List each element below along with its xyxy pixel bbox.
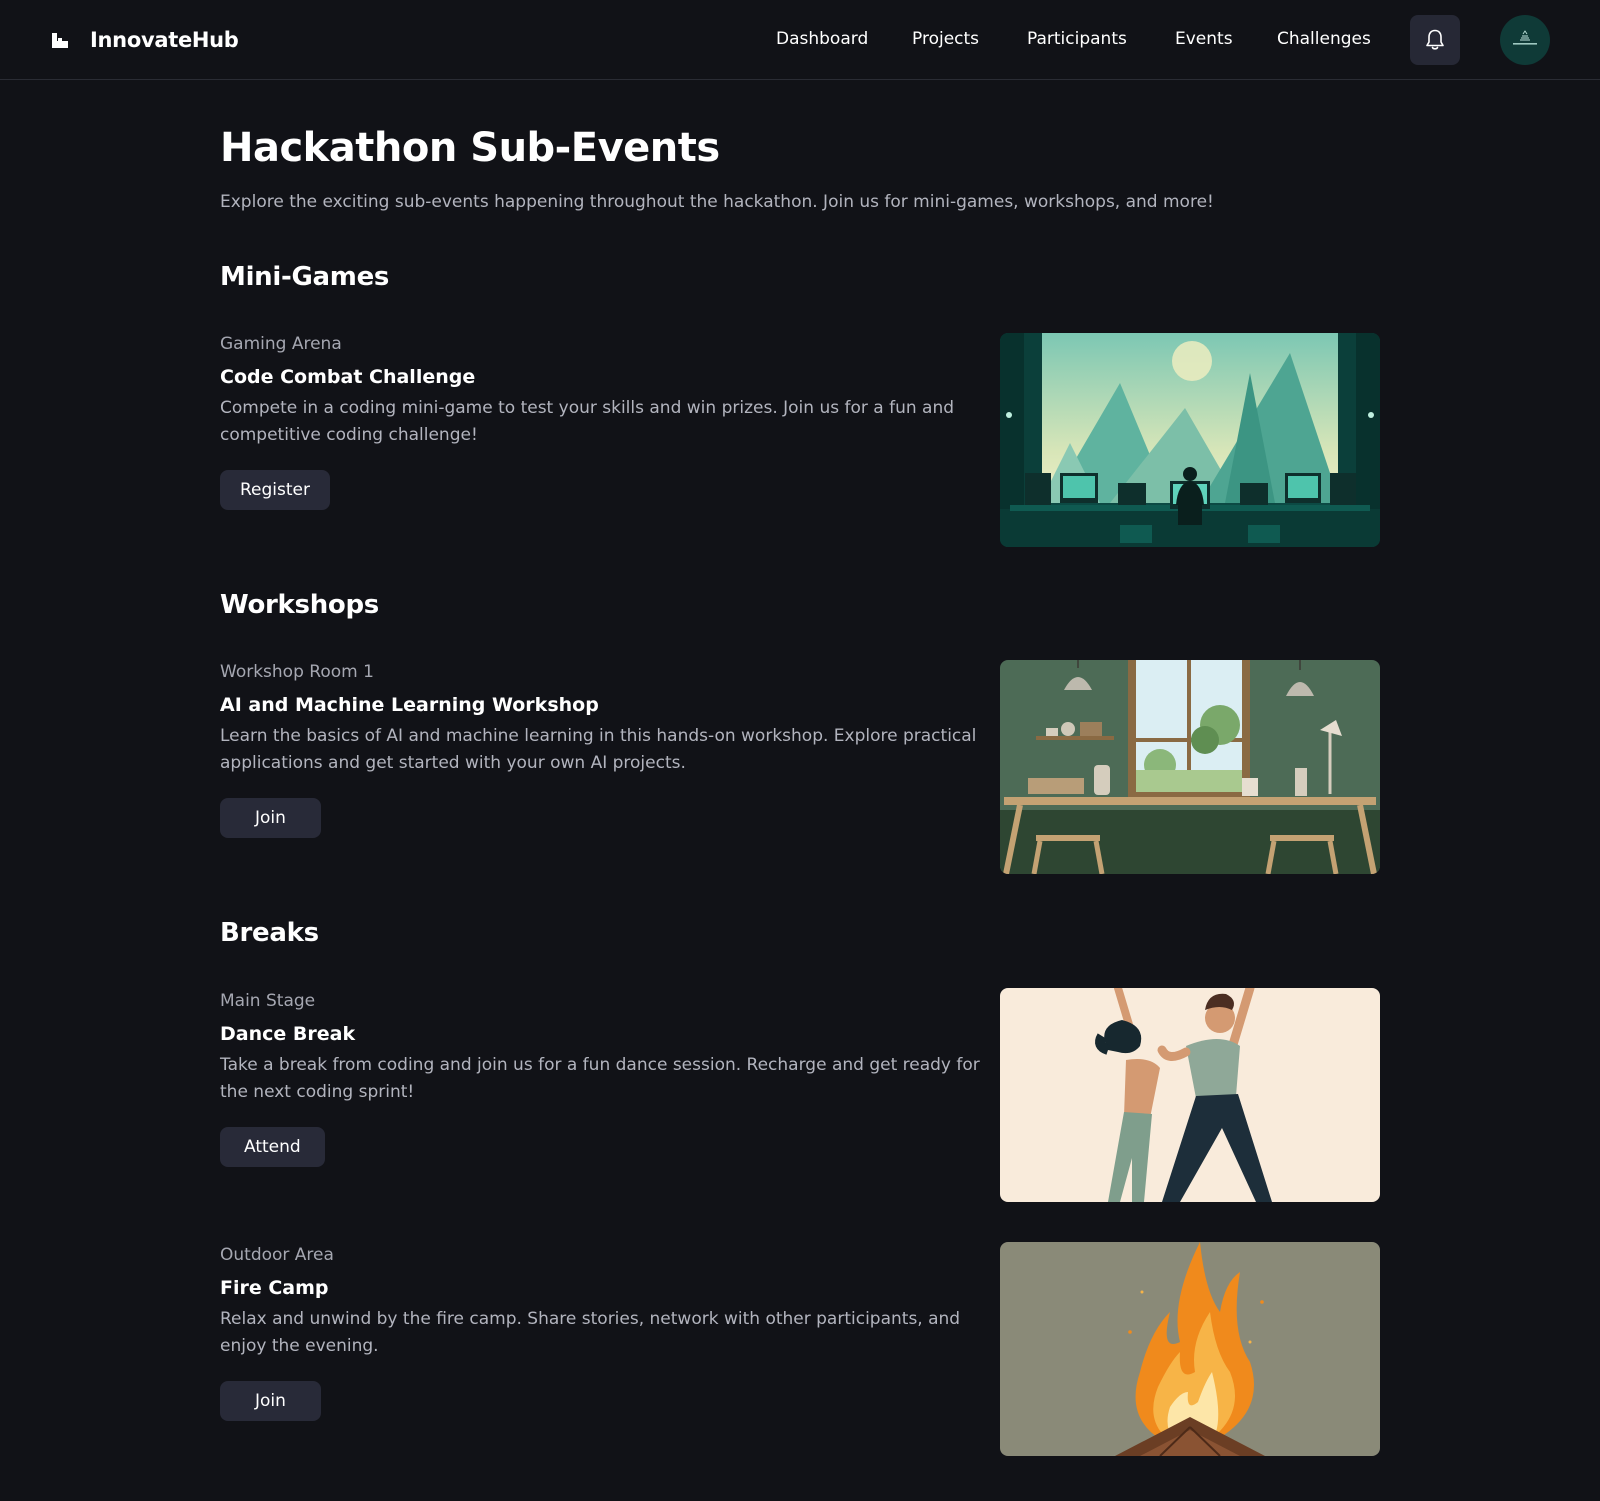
campfire-illustration	[1000, 1242, 1380, 1456]
nav-link-challenges[interactable]: Challenges	[1277, 27, 1371, 51]
avatar-logo	[1513, 30, 1537, 45]
event-description: Compete in a coding mini-game to test yo…	[220, 398, 955, 445]
brand[interactable]: InnovateHub	[50, 24, 239, 56]
attend-button[interactable]: Attend	[220, 1127, 325, 1167]
dancing-couple-illustration	[1000, 988, 1380, 1202]
event-description: Take a break from coding and join us for…	[220, 1055, 980, 1102]
event-title: AI and Machine Learning Workshop	[220, 694, 599, 716]
brand-logo-icon	[50, 30, 70, 50]
event-description: Relax and unwind by the fire camp. Share…	[220, 1309, 961, 1356]
notifications-button[interactable]	[1410, 15, 1460, 65]
brand-name: InnovateHub	[90, 28, 239, 52]
nav-link-dashboard[interactable]: Dashboard	[776, 27, 868, 51]
event-card-code-combat: Gaming Arena Code Combat Challenge Compe…	[220, 333, 980, 510]
page-title: Hackathon Sub-Events	[220, 125, 720, 171]
nav-link-events[interactable]: Events	[1175, 27, 1233, 51]
section-title-workshops: Workshops	[220, 590, 379, 620]
user-avatar[interactable]	[1500, 15, 1550, 65]
event-card-ai-workshop: Workshop Room 1 AI and Machine Learning …	[220, 661, 980, 838]
section-title-mini-games: Mini-Games	[220, 262, 390, 292]
event-card-dance-break: Main Stage Dance Break Take a break from…	[220, 990, 980, 1167]
gaming-arena-illustration	[1000, 333, 1380, 547]
join-workshop-button[interactable]: Join	[220, 798, 321, 838]
event-title: Fire Camp	[220, 1277, 329, 1299]
event-location: Workshop Room 1	[220, 662, 374, 682]
workshop-room-illustration	[1000, 660, 1380, 874]
register-button[interactable]: Register	[220, 470, 330, 510]
event-location: Outdoor Area	[220, 1245, 334, 1265]
nav-link-projects[interactable]: Projects	[912, 27, 979, 51]
join-fire-camp-button[interactable]: Join	[220, 1381, 321, 1421]
nav-link-participants[interactable]: Participants	[1027, 27, 1127, 51]
page-subtitle: Explore the exciting sub-events happenin…	[220, 192, 1214, 212]
event-location: Main Stage	[220, 991, 316, 1011]
event-card-fire-camp: Outdoor Area Fire Camp Relax and unwind …	[220, 1244, 980, 1421]
top-navigation-bar: InnovateHub Dashboard Projects Participa…	[0, 0, 1600, 80]
event-location: Gaming Arena	[220, 334, 342, 354]
event-description: Learn the basics of AI and machine learn…	[220, 726, 977, 773]
section-title-breaks: Breaks	[220, 918, 319, 948]
event-title: Dance Break	[220, 1023, 356, 1045]
bell-icon	[1426, 29, 1444, 50]
event-title: Code Combat Challenge	[220, 366, 476, 388]
